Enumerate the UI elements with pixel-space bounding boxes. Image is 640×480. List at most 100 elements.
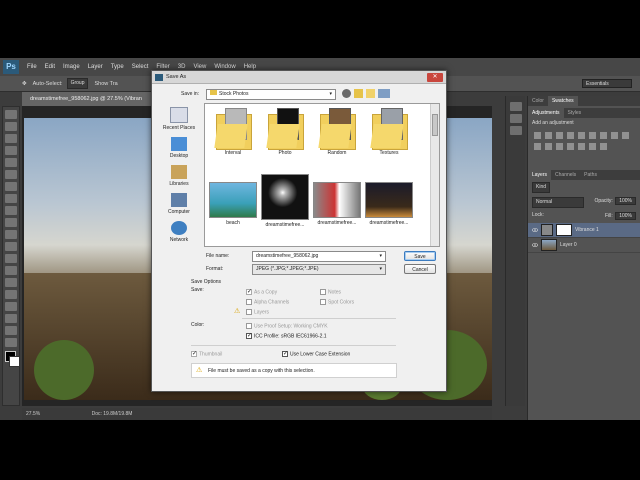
nav-recent-places[interactable]: Recent Places	[156, 107, 202, 131]
file-list-scrollbar[interactable]	[430, 104, 439, 246]
black-white-icon[interactable]	[611, 132, 618, 139]
brightness-icon[interactable]	[534, 132, 541, 139]
cancel-button[interactable]: Cancel	[404, 264, 436, 274]
zoom-tool-icon[interactable]	[5, 338, 17, 347]
eraser-tool-icon[interactable]	[5, 230, 17, 239]
tab-adjustments[interactable]: Adjustments	[528, 108, 564, 118]
notes-checkbox[interactable]: Notes	[320, 289, 341, 295]
image-item[interactable]: dreamstimefree...	[259, 174, 311, 228]
blend-mode-dropdown[interactable]: Normal	[532, 197, 584, 208]
info-panel-icon[interactable]	[509, 126, 522, 135]
dodge-tool-icon[interactable]	[5, 266, 17, 275]
curves-icon[interactable]	[556, 132, 563, 139]
levels-icon[interactable]	[545, 132, 552, 139]
tab-swatches[interactable]: Swatches	[547, 96, 578, 106]
properties-panel-icon[interactable]	[509, 114, 522, 123]
icc-profile-checkbox[interactable]: ICC Profile: sRGB IEC61966-2.1	[246, 332, 327, 339]
layers-checkbox[interactable]: Layers	[246, 309, 269, 315]
tab-color[interactable]: Color	[528, 96, 548, 106]
tab-layers[interactable]: Layers	[528, 170, 552, 180]
invert-icon[interactable]	[556, 143, 563, 150]
lasso-tool-icon[interactable]	[5, 134, 17, 143]
save-button[interactable]: Save	[404, 251, 436, 261]
blur-tool-icon[interactable]	[5, 254, 17, 263]
brush-tool-icon[interactable]	[5, 194, 17, 203]
history-panel-icon[interactable]	[509, 102, 522, 111]
crop-tool-icon[interactable]	[5, 158, 17, 167]
file-list[interactable]: Interval Photo Random Textures beach dre…	[204, 103, 440, 247]
pen-tool-icon[interactable]	[5, 278, 17, 287]
show-transform-label[interactable]: Show Tra	[94, 81, 117, 87]
tab-paths[interactable]: Paths	[580, 170, 601, 180]
image-item[interactable]: dreamstimefree...	[311, 182, 363, 226]
hue-sat-icon[interactable]	[589, 132, 596, 139]
menu-layer[interactable]: Layer	[88, 64, 103, 70]
image-item[interactable]: dreamstimefree...	[363, 182, 415, 226]
gradient-tool-icon[interactable]	[5, 242, 17, 251]
up-folder-icon[interactable]	[354, 89, 363, 98]
move-tool-icon[interactable]	[5, 110, 17, 119]
menu-edit[interactable]: Edit	[45, 64, 55, 70]
menu-type[interactable]: Type	[111, 64, 124, 70]
channel-mixer-icon[interactable]	[534, 143, 541, 150]
document-tab[interactable]: dreamstimefree_958062.jpg @ 27.5% (Vibra…	[22, 92, 162, 106]
layer-row[interactable]: Layer 0	[528, 238, 640, 253]
color-balance-icon[interactable]	[600, 132, 607, 139]
folder-item[interactable]: Interval	[207, 108, 259, 156]
stamp-tool-icon[interactable]	[5, 206, 17, 215]
selective-color-icon[interactable]	[600, 143, 607, 150]
close-icon[interactable]: ✕	[427, 73, 443, 82]
layer-row[interactable]: Vibrance 1	[528, 223, 640, 238]
tab-channels[interactable]: Channels	[551, 170, 580, 180]
workspace-switcher[interactable]: Essentials	[582, 79, 632, 88]
spot-colors-checkbox[interactable]: Spot Colors	[320, 299, 354, 305]
move-tool-icon[interactable]: ✥	[22, 81, 27, 87]
photo-filter-icon[interactable]	[622, 132, 629, 139]
menu-image[interactable]: Image	[63, 64, 80, 70]
hand-tool-icon[interactable]	[5, 326, 17, 335]
auto-select-label[interactable]: Auto-Select:	[33, 81, 63, 87]
eye-icon[interactable]	[532, 227, 538, 233]
format-dropdown[interactable]: JPEG (*.JPG;*.JPEG;*.JPE) ▾	[252, 264, 386, 275]
nav-computer[interactable]: Computer	[156, 193, 202, 215]
history-brush-tool-icon[interactable]	[5, 218, 17, 227]
opacity-field[interactable]: 100%	[615, 197, 636, 205]
posterize-icon[interactable]	[567, 143, 574, 150]
nav-libraries[interactable]: Libraries	[156, 165, 202, 187]
eyedropper-tool-icon[interactable]	[5, 170, 17, 179]
as-copy-checkbox[interactable]: As a Copy	[246, 288, 277, 295]
image-item[interactable]: beach	[207, 182, 259, 226]
folder-item[interactable]: Photo	[259, 108, 311, 156]
threshold-icon[interactable]	[578, 143, 585, 150]
nav-network[interactable]: Network	[156, 221, 202, 243]
vibrance-icon[interactable]	[578, 132, 585, 139]
view-menu-icon[interactable]	[378, 89, 390, 98]
menu-select[interactable]: Select	[132, 64, 149, 70]
healing-tool-icon[interactable]	[5, 182, 17, 191]
zoom-level[interactable]: 27.5%	[26, 411, 40, 417]
save-in-dropdown[interactable]: Stock Photos ▾	[206, 89, 336, 100]
color-lookup-icon[interactable]	[545, 143, 552, 150]
new-folder-icon[interactable]	[366, 89, 375, 98]
use-proof-setup-checkbox[interactable]: Use Proof Setup: Working CMYK	[246, 323, 328, 329]
exposure-icon[interactable]	[567, 132, 574, 139]
file-name-field[interactable]: dreamstimefree_958062.jpg ▾	[252, 251, 386, 262]
menu-file[interactable]: File	[27, 64, 37, 70]
color-swatches[interactable]	[3, 351, 20, 371]
type-tool-icon[interactable]	[5, 290, 17, 299]
gradient-map-icon[interactable]	[589, 143, 596, 150]
quick-select-tool-icon[interactable]	[5, 146, 17, 155]
folder-item[interactable]: Textures	[363, 108, 415, 156]
auto-select-dropdown[interactable]: Group	[66, 78, 89, 89]
alpha-channels-checkbox[interactable]: Alpha Channels	[246, 299, 289, 305]
nav-desktop[interactable]: Desktop	[156, 137, 202, 159]
back-icon[interactable]	[342, 89, 351, 98]
marquee-tool-icon[interactable]	[5, 122, 17, 131]
path-select-tool-icon[interactable]	[5, 302, 17, 311]
folder-item[interactable]: Random	[311, 108, 363, 156]
layer-filter-dropdown[interactable]: Kind	[532, 182, 551, 193]
tab-styles[interactable]: Styles	[564, 108, 586, 118]
lower-case-extension-checkbox[interactable]: Use Lower Case Extension	[282, 350, 350, 357]
thumbnail-checkbox[interactable]: Thumbnail	[191, 350, 222, 357]
eye-icon[interactable]	[532, 242, 538, 248]
